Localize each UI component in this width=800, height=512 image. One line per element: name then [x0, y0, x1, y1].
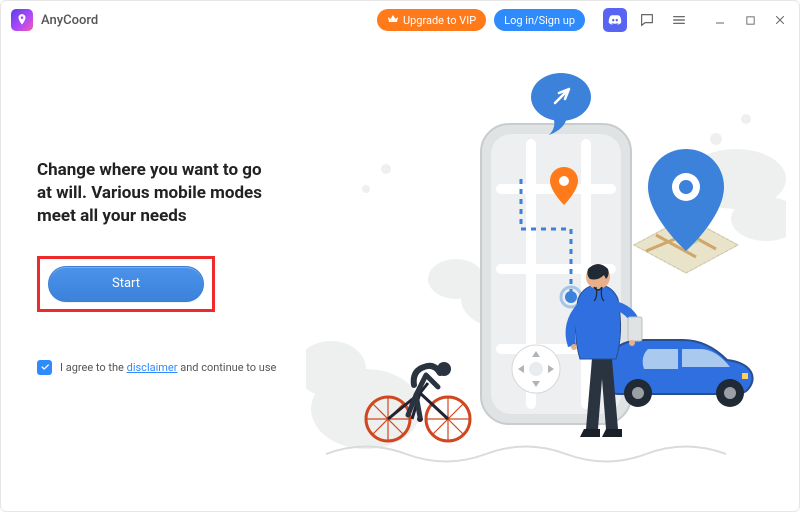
hamburger-icon	[671, 12, 687, 28]
upgrade-label: Upgrade to VIP	[403, 14, 476, 27]
login-label: Log in/Sign up	[504, 14, 575, 27]
left-panel: Change where you want to go at will. Var…	[1, 39, 306, 511]
close-icon	[774, 14, 786, 26]
start-button[interactable]: Start	[48, 266, 204, 302]
crown-icon	[387, 13, 399, 28]
app-window: AnyCoord Upgrade to VIP Log in/Sign up	[0, 0, 800, 512]
content-area: Change where you want to go at will. Var…	[1, 39, 799, 511]
upgrade-button[interactable]: Upgrade to VIP	[377, 9, 486, 31]
titlebar: AnyCoord Upgrade to VIP Log in/Sign up	[1, 1, 799, 39]
headline-text: Change where you want to go at will. Var…	[37, 159, 277, 228]
check-icon	[40, 362, 50, 372]
agree-text: I agree to the disclaimer and continue t…	[60, 361, 276, 374]
agree-prefix: I agree to the	[60, 361, 127, 374]
menu-button[interactable]	[667, 8, 691, 32]
discord-icon	[608, 13, 622, 27]
minimize-icon	[714, 14, 726, 26]
maximize-icon	[745, 15, 756, 26]
login-button[interactable]: Log in/Sign up	[494, 9, 585, 31]
start-highlight-box: Start	[37, 256, 215, 312]
speech-bubble-icon	[639, 12, 655, 28]
app-logo	[11, 9, 33, 31]
app-title: AnyCoord	[41, 13, 98, 28]
feedback-button[interactable]	[635, 8, 659, 32]
close-button[interactable]	[771, 11, 789, 29]
titlebar-actions	[603, 8, 691, 32]
car-illustration	[607, 340, 753, 407]
start-button-label: Start	[112, 276, 140, 291]
illustration-panel	[306, 39, 799, 511]
agree-checkbox[interactable]	[37, 360, 52, 375]
window-controls	[711, 11, 789, 29]
minimize-button[interactable]	[711, 11, 729, 29]
maximize-button[interactable]	[741, 11, 759, 29]
disclaimer-link[interactable]: disclaimer	[127, 361, 178, 374]
agree-checkbox-row[interactable]: I agree to the disclaimer and continue t…	[37, 360, 306, 375]
hero-illustration	[306, 49, 786, 489]
discord-button[interactable]	[603, 8, 627, 32]
agree-suffix: and continue to use	[177, 361, 276, 374]
pin-icon	[15, 13, 29, 27]
